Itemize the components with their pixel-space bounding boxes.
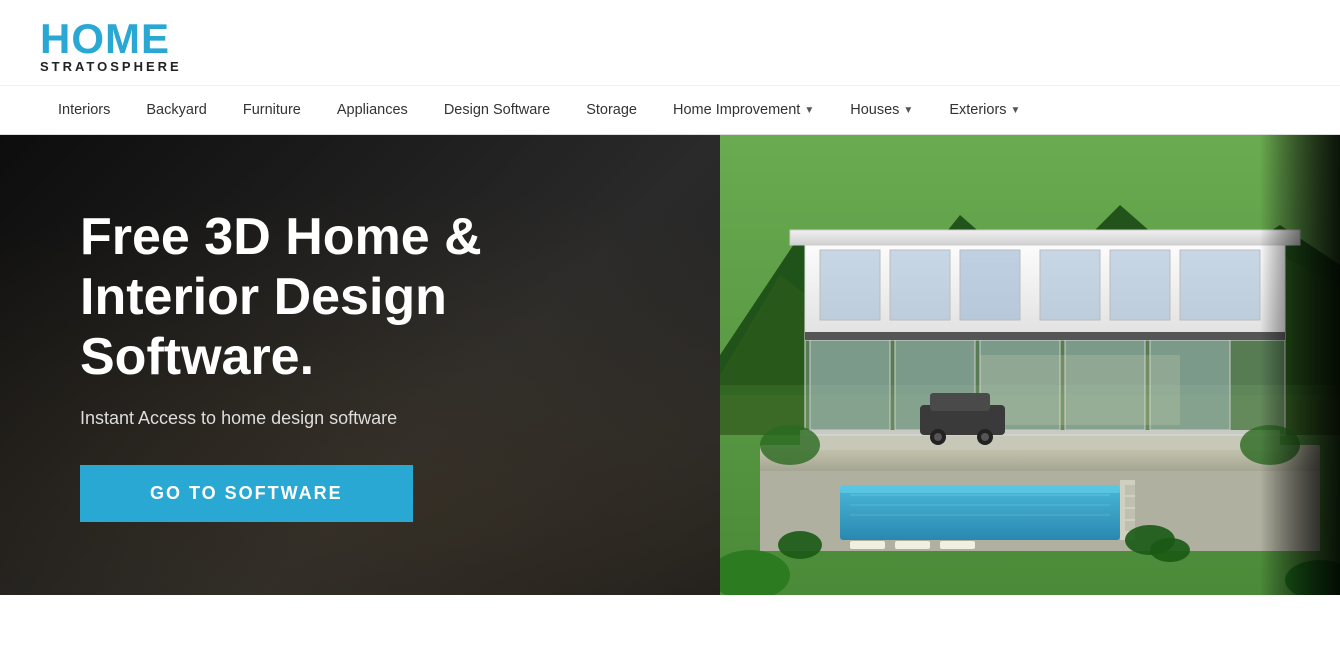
nav-item-storage[interactable]: Storage bbox=[568, 86, 655, 134]
nav-item-furniture[interactable]: Furniture bbox=[225, 86, 319, 134]
hero-house-image bbox=[720, 135, 1340, 595]
logo-stratosphere-text: STRATOSPHERE bbox=[40, 60, 182, 73]
house-scene-svg bbox=[720, 135, 1340, 595]
nav-item-exteriors[interactable]: Exteriors ▼ bbox=[931, 86, 1038, 134]
hero-content: Free 3D Home & Interior Design Software.… bbox=[0, 208, 580, 521]
chevron-down-icon: ▼ bbox=[903, 105, 913, 116]
nav-item-interiors[interactable]: Interiors bbox=[40, 86, 128, 134]
hero-title: Free 3D Home & Interior Design Software. bbox=[80, 208, 580, 387]
hero-subtitle: Instant Access to home design software bbox=[80, 408, 580, 429]
go-to-software-button[interactable]: GO TO SOFTWARE bbox=[80, 465, 413, 522]
nav-item-houses[interactable]: Houses ▼ bbox=[832, 86, 931, 134]
hero-section: Free 3D Home & Interior Design Software.… bbox=[0, 135, 1340, 595]
site-logo[interactable]: HOME STRATOSPHERE bbox=[40, 18, 182, 73]
nav-item-home-improvement[interactable]: Home Improvement ▼ bbox=[655, 86, 832, 134]
nav-item-design-software[interactable]: Design Software bbox=[426, 86, 568, 134]
nav-item-appliances[interactable]: Appliances bbox=[319, 86, 426, 134]
logo-home-text: HOME bbox=[40, 18, 182, 60]
main-nav: Interiors Backyard Furniture Appliances … bbox=[0, 85, 1340, 135]
site-header: HOME STRATOSPHERE bbox=[0, 0, 1340, 85]
chevron-down-icon: ▼ bbox=[804, 105, 814, 116]
chevron-down-icon: ▼ bbox=[1011, 105, 1021, 116]
nav-item-backyard[interactable]: Backyard bbox=[128, 86, 224, 134]
